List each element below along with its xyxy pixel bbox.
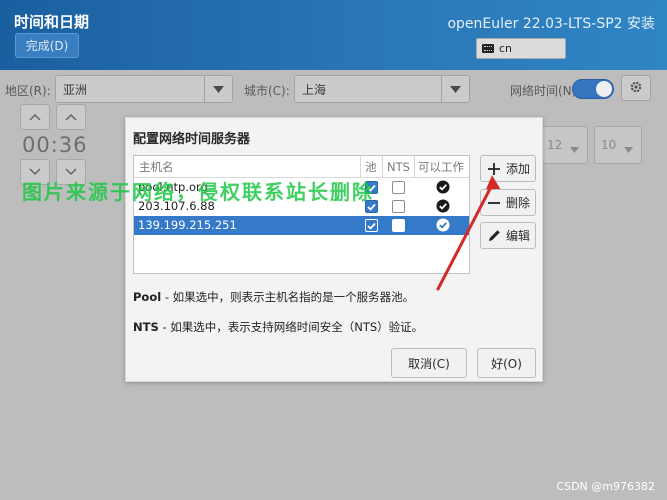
add-label: 添加 [506, 162, 531, 176]
chevron-down-icon [624, 142, 633, 156]
network-time-label: 网络时间(N) [510, 84, 577, 98]
region-combo[interactable]: 亚洲 [55, 75, 233, 103]
column-header-nts[interactable]: NTS [383, 156, 415, 178]
remove-label: 删除 [506, 196, 531, 210]
pool-checkbox[interactable] [365, 219, 378, 232]
watermark-text: 图片来源于网络，侵权联系站长删除 [22, 180, 374, 204]
city-value: 上海 [302, 82, 327, 97]
day-value: 12 [547, 138, 563, 152]
add-server-button[interactable]: 添加 [480, 155, 536, 182]
check-icon [367, 222, 376, 230]
table-row-selected[interactable]: 139.199.215.251 [134, 216, 469, 235]
month-combo[interactable]: 10 [594, 126, 642, 164]
minus-icon [487, 196, 501, 210]
pencil-icon [487, 229, 501, 243]
pool-note: Pool - 如果选中，则表示主机名指的是一个服务器池。 [133, 289, 414, 305]
chevron-up-icon [29, 113, 41, 121]
edit-server-button[interactable]: 编辑 [480, 222, 536, 249]
ntp-settings-button[interactable] [621, 75, 651, 101]
nts-checkbox[interactable] [392, 200, 405, 213]
chevron-down-icon [570, 142, 579, 156]
working-status-icon [436, 218, 450, 232]
toggle-knob [596, 81, 612, 97]
done-button[interactable]: 完成(D) [15, 33, 79, 58]
plus-icon [487, 162, 501, 176]
day-combo[interactable]: 12 [540, 126, 588, 164]
region-label: 地区(R): [5, 84, 51, 98]
nts-note: NTS - 如果选中，表示支持网络时间安全（NTS）验证。 [133, 319, 423, 335]
server-table: 主机名 池 NTS 可以工作 pool.ntp.org 203.107.6.88 [133, 155, 470, 274]
time-display: 00:36 [22, 133, 88, 157]
column-header-host[interactable]: 主机名 [134, 156, 361, 178]
column-header-pool[interactable]: 池 [361, 156, 383, 178]
pool-note-key: Pool [133, 290, 162, 304]
keyboard-icon [482, 44, 494, 53]
hour-up-button[interactable] [20, 104, 50, 130]
keyboard-layout-value: cn [499, 42, 513, 55]
page-title: 时间和日期 [14, 13, 90, 31]
chevron-down-icon [441, 76, 469, 102]
network-time-toggle[interactable] [572, 79, 614, 99]
working-status-icon [436, 180, 450, 194]
ok-button[interactable]: 好(O) [477, 348, 536, 378]
cancel-button[interactable]: 取消(C) [391, 348, 467, 378]
keyboard-layout-indicator[interactable]: cn [476, 38, 566, 59]
pool-note-text: - 如果选中，则表示主机名指的是一个服务器池。 [161, 290, 415, 304]
city-combo[interactable]: 上海 [294, 75, 470, 103]
nts-note-key: NTS [133, 320, 159, 334]
chevron-down-icon [204, 76, 232, 102]
remove-server-button[interactable]: 删除 [480, 189, 536, 216]
product-title: openEuler 22.03-LTS-SP2 安装 [447, 16, 655, 32]
header-bar: 时间和日期 完成(D) openEuler 22.03-LTS-SP2 安装 c… [0, 0, 667, 70]
minute-up-button[interactable] [56, 104, 86, 130]
dialog-title: 配置网络时间服务器 [133, 132, 251, 147]
chevron-down-icon [29, 168, 41, 176]
region-value: 亚洲 [63, 82, 88, 97]
chevron-down-icon [65, 168, 77, 176]
working-status-icon [436, 199, 450, 213]
city-label: 城市(C): [244, 84, 290, 98]
nts-checkbox[interactable] [392, 181, 405, 194]
gear-icon [629, 80, 643, 97]
ntp-server-dialog: 配置网络时间服务器 主机名 池 NTS 可以工作 pool.ntp.org 20… [125, 117, 543, 382]
server-hostname: 139.199.215.251 [138, 218, 237, 232]
nts-note-text: - 如果选中，表示支持网络时间安全（NTS）验证。 [158, 320, 424, 334]
month-value: 10 [601, 138, 617, 152]
source-credit: CSDN @m976382 [556, 480, 655, 493]
chevron-up-icon [65, 113, 77, 121]
edit-label: 编辑 [506, 229, 531, 243]
nts-checkbox[interactable] [392, 219, 405, 232]
column-header-usable[interactable]: 可以工作 [415, 156, 469, 178]
